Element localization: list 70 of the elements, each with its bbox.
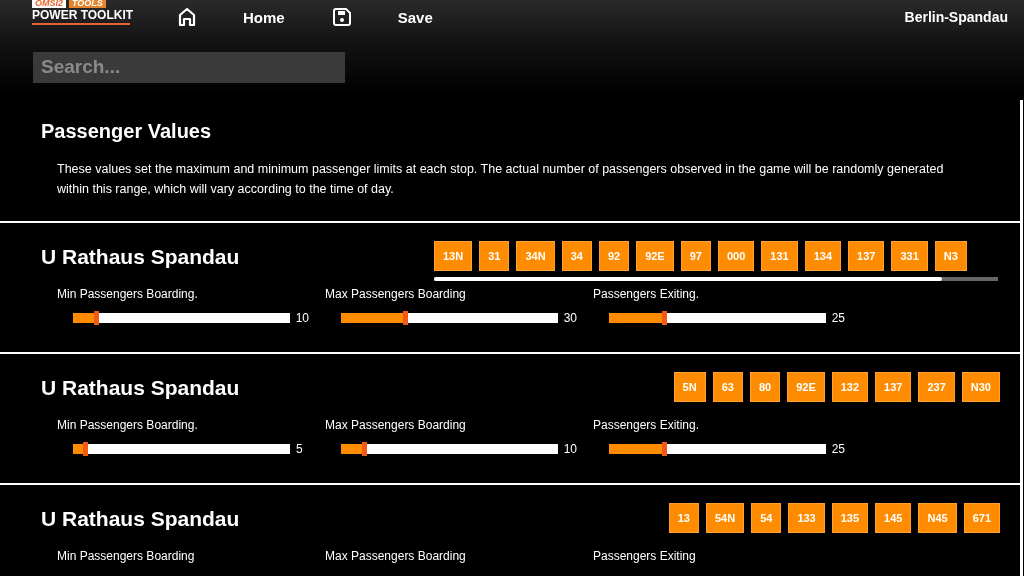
slider-thumb[interactable] bbox=[403, 311, 408, 325]
slider-track[interactable] bbox=[341, 313, 558, 323]
route-chip[interactable]: 237 bbox=[918, 372, 955, 402]
slider-value: 10 bbox=[563, 442, 577, 456]
description-text: These values set the maximum and minimum passenger limits at each stop. The actual number of passengers observed in the game will be randomly generated within this range, which will vary according to the time of day. bbox=[57, 161, 945, 198]
route-chip[interactable]: 135 bbox=[831, 503, 869, 533]
route-chip[interactable]: 54 bbox=[751, 503, 782, 533]
route-chip[interactable]: 145 bbox=[875, 503, 912, 533]
route-chip[interactable]: 000 bbox=[717, 241, 755, 271]
slider-thumb[interactable] bbox=[662, 311, 668, 325]
slider-thumb[interactable] bbox=[361, 442, 367, 456]
slider-thumb[interactable] bbox=[662, 442, 668, 456]
route-chip[interactable]: 97 bbox=[680, 241, 711, 271]
route-chip[interactable]: 92E bbox=[787, 372, 825, 402]
route-chip[interactable]: 132 bbox=[831, 372, 869, 402]
slider-label: Min Passengers Boarding bbox=[57, 549, 196, 565]
route-chip[interactable]: 31 bbox=[479, 241, 510, 271]
scrollbar[interactable] bbox=[434, 277, 998, 281]
route-chip[interactable]: 92E bbox=[636, 241, 674, 271]
route-chip[interactable]: 137 bbox=[875, 372, 912, 402]
search-field[interactable]: Search... bbox=[33, 52, 345, 83]
slider-track[interactable] bbox=[73, 444, 290, 454]
slider-value: 25 bbox=[831, 311, 845, 325]
route-chip[interactable]: 63 bbox=[712, 372, 743, 402]
slider-thumb[interactable] bbox=[93, 311, 99, 325]
route-chip[interactable]: N30 bbox=[961, 372, 1000, 402]
stop-name: U Rathaus Spandau bbox=[41, 245, 240, 269]
route-chip[interactable]: 131 bbox=[761, 241, 798, 271]
route-chip[interactable]: 13N bbox=[434, 241, 473, 271]
slider-thumb[interactable] bbox=[83, 442, 88, 456]
slider-value: 25 bbox=[831, 442, 845, 456]
logo-text: OMSI2 bbox=[32, 0, 66, 8]
slider-label: Max Passengers Boarding bbox=[325, 549, 467, 565]
route-chip[interactable]: 80 bbox=[749, 372, 781, 402]
route-chip[interactable]: 34 bbox=[561, 241, 592, 271]
slider-label: Min Passengers Boarding. bbox=[57, 287, 199, 303]
stop-name: U Rathaus Spandau bbox=[41, 376, 240, 400]
slider-track[interactable] bbox=[609, 313, 826, 323]
route-chip[interactable]: 13 bbox=[668, 503, 699, 533]
slider-label: Passengers Exiting bbox=[593, 549, 697, 565]
route-chip[interactable]: N45 bbox=[918, 503, 957, 533]
slider-label: Max Passengers Boarding bbox=[325, 287, 467, 303]
slider-label: Min Passengers Boarding. bbox=[57, 418, 199, 434]
nav-link[interactable]: Save bbox=[397, 8, 433, 26]
slider-track[interactable] bbox=[609, 444, 826, 454]
route-chip[interactable]: 92 bbox=[598, 241, 630, 271]
slider-track[interactable] bbox=[341, 444, 558, 454]
slider-label: Passengers Exiting. bbox=[593, 287, 701, 303]
logo-text: TOOLS bbox=[69, 0, 106, 8]
location-label: Berlin-Spandau bbox=[904, 9, 1008, 25]
slider-label: Max Passengers Boarding bbox=[325, 418, 467, 434]
slider-value: 10 bbox=[295, 311, 309, 325]
route-chip[interactable]: 5N bbox=[673, 372, 706, 402]
home-icon[interactable] bbox=[177, 7, 197, 27]
slider-label: Passengers Exiting. bbox=[593, 418, 701, 434]
slider-value: 30 bbox=[563, 311, 577, 325]
route-chip[interactable]: 133 bbox=[788, 503, 825, 533]
route-chip[interactable]: 34N bbox=[516, 241, 555, 271]
slider-track[interactable] bbox=[73, 313, 290, 323]
slider-value: 5 bbox=[296, 442, 303, 456]
save-icon[interactable] bbox=[331, 7, 352, 27]
nav-link[interactable]: Home bbox=[243, 8, 285, 26]
route-chip[interactable]: 54N bbox=[705, 503, 745, 533]
route-chip[interactable]: 137 bbox=[848, 241, 885, 271]
route-chip[interactable]: 671 bbox=[963, 503, 1000, 533]
stop-name: U Rathaus Spandau bbox=[41, 507, 240, 531]
section-title: Passenger Values bbox=[41, 120, 213, 143]
route-chip[interactable]: N3 bbox=[934, 241, 967, 271]
route-chip[interactable]: 331 bbox=[891, 241, 928, 271]
route-chip[interactable]: 134 bbox=[804, 241, 842, 271]
